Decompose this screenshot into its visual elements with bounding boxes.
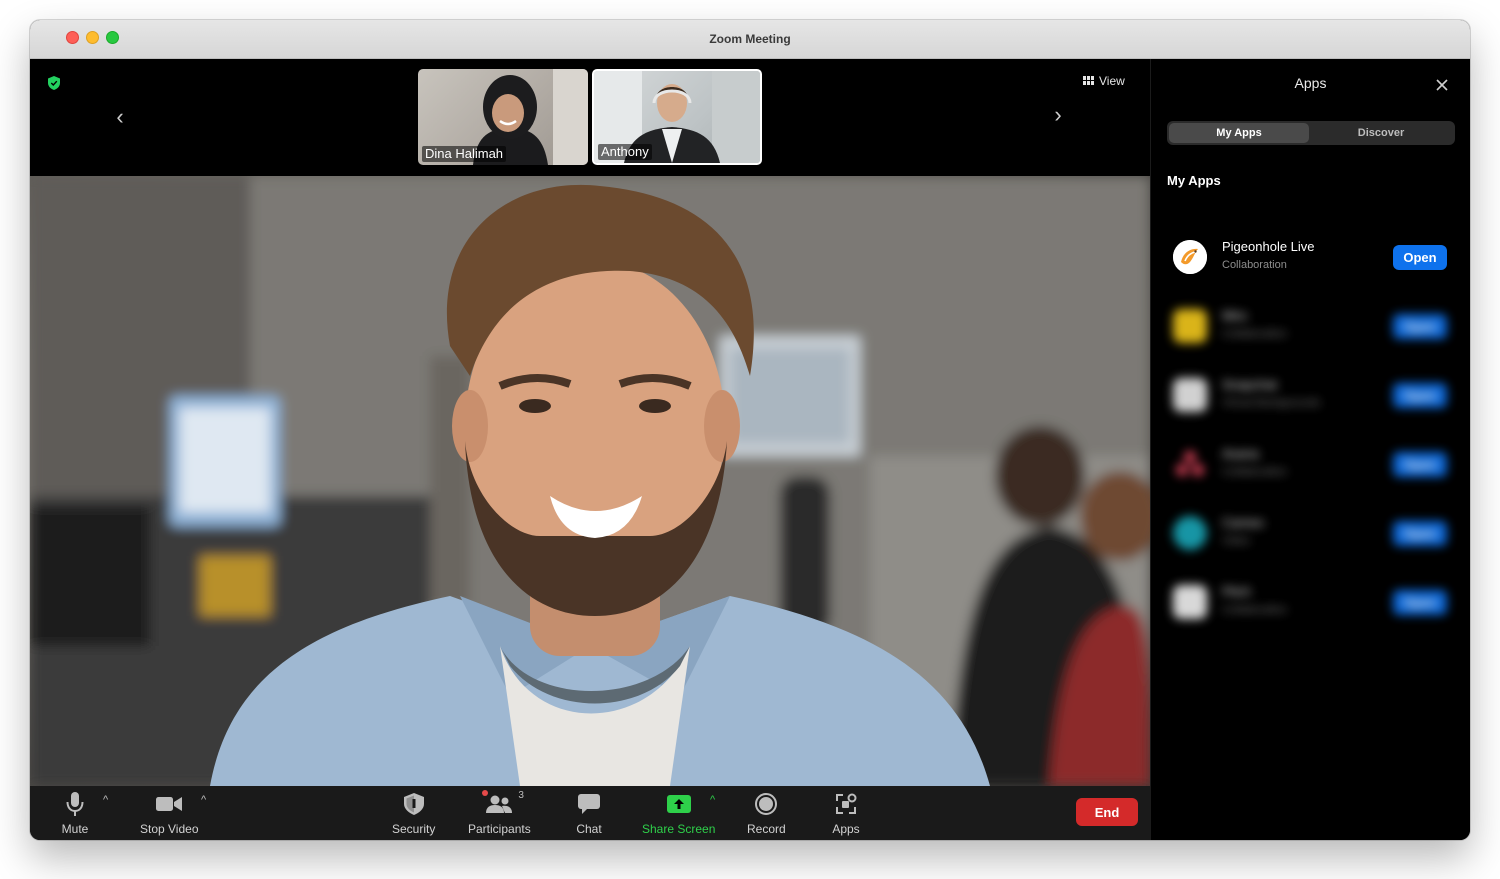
app-name: Cameo <box>1222 515 1264 530</box>
app-name: Asana <box>1222 446 1259 461</box>
video-options-chevron-up-icon[interactable]: ^ <box>201 794 206 806</box>
audio-options-chevron-up-icon[interactable]: ^ <box>103 794 108 806</box>
participants-label: Participants <box>468 822 531 836</box>
teal-blob-logo-icon <box>1173 516 1207 550</box>
app-row-blurred[interactable]: Asana Collaboration Open <box>1167 442 1455 486</box>
encryption-shield-icon[interactable] <box>48 76 60 90</box>
security-shield-icon <box>404 793 424 815</box>
video-camera-icon <box>156 796 182 812</box>
tab-my-apps[interactable]: My Apps <box>1169 123 1309 143</box>
open-app-button[interactable]: Open <box>1393 314 1447 339</box>
participants-count: 3 <box>518 790 524 801</box>
participants-button[interactable]: 3 Participants <box>468 792 531 836</box>
app-category: Collaboration <box>1222 466 1287 478</box>
pitch-logo-icon <box>1173 585 1207 619</box>
window-title: Zoom Meeting <box>30 32 1470 46</box>
stop-video-label: Stop Video <box>140 822 199 836</box>
app-row-blurred[interactable]: Snapchat Virtual Backgrounds Open <box>1167 373 1455 417</box>
snap-logo-icon <box>1173 378 1207 412</box>
open-app-button[interactable]: Open <box>1393 383 1447 408</box>
app-category: Collaboration <box>1222 328 1287 340</box>
participant-thumbnail[interactable]: Anthony <box>592 69 762 165</box>
app-name: Miro <box>1222 308 1247 323</box>
record-button[interactable]: Record <box>747 792 786 836</box>
app-category: Collaboration <box>1222 604 1287 616</box>
yellow-square-logo-icon <box>1173 309 1207 343</box>
share-screen-button[interactable]: Share Screen <box>642 792 715 836</box>
meeting-stage: ‹ › View Dina Halimah <box>30 59 1150 786</box>
participant-name-label: Anthony <box>598 144 652 160</box>
zoom-window: Zoom Meeting ‹ › View Dina Halimah <box>30 20 1470 840</box>
apps-tab-switcher: My Apps Discover <box>1167 121 1455 145</box>
app-name: Pigeonhole Live <box>1222 239 1315 254</box>
end-meeting-button[interactable]: End <box>1076 798 1138 826</box>
app-name: Snapchat <box>1222 377 1277 392</box>
share-screen-label: Share Screen <box>642 822 715 836</box>
grid-view-icon <box>1083 76 1094 86</box>
mute-label: Mute <box>62 822 89 836</box>
app-row-blurred[interactable]: Miro Collaboration Open <box>1167 304 1455 348</box>
record-icon <box>755 793 777 815</box>
app-name: Pitch <box>1222 584 1251 599</box>
microphone-icon <box>66 792 84 816</box>
pigeonhole-logo-icon <box>1173 240 1207 274</box>
active-speaker-video <box>30 176 1150 786</box>
view-button[interactable]: View <box>1083 73 1125 89</box>
apps-button[interactable]: Apps <box>831 792 861 836</box>
chat-label: Chat <box>576 822 601 836</box>
app-row-pigeonhole-live[interactable]: Pigeonhole Live Collaboration Open <box>1167 235 1455 279</box>
share-screen-icon <box>667 795 691 813</box>
stop-video-button[interactable]: Stop Video <box>140 792 199 836</box>
mute-button[interactable]: Mute <box>60 792 90 836</box>
app-category: Virtual Backgrounds <box>1222 397 1320 409</box>
chat-button[interactable]: Chat <box>574 792 604 836</box>
view-label: View <box>1099 74 1125 88</box>
participant-name-label: Dina Halimah <box>422 146 506 162</box>
meeting-toolbar: Mute ^ Stop Video ^ Security <box>30 786 1150 840</box>
apps-panel: Apps My Apps Discover My Apps Pigeonhole… <box>1150 59 1470 840</box>
app-category: Collaboration <box>1222 259 1287 271</box>
gallery-prev-icon[interactable]: ‹ <box>112 109 128 125</box>
my-apps-section-title: My Apps <box>1167 173 1221 188</box>
chat-bubble-icon <box>578 794 600 814</box>
security-label: Security <box>392 822 435 836</box>
app-row-blurred[interactable]: Cameo Video Open <box>1167 511 1455 555</box>
open-app-button[interactable]: Open <box>1393 452 1447 477</box>
apps-panel-title: Apps <box>1151 75 1470 91</box>
app-category: Video <box>1222 535 1250 547</box>
asana-logo-icon <box>1173 447 1207 481</box>
speaker-video-image <box>30 176 1150 786</box>
open-app-button[interactable]: Open <box>1393 590 1447 615</box>
record-label: Record <box>747 822 786 836</box>
open-app-button[interactable]: Open <box>1393 245 1447 270</box>
app-row-blurred[interactable]: Pitch Collaboration Open <box>1167 580 1455 624</box>
open-app-button[interactable]: Open <box>1393 521 1447 546</box>
participant-thumbnail[interactable]: Dina Halimah <box>418 69 588 165</box>
close-icon[interactable] <box>1435 78 1449 92</box>
tab-discover[interactable]: Discover <box>1311 123 1451 143</box>
title-bar: Zoom Meeting <box>30 20 1470 59</box>
gallery-next-icon[interactable]: › <box>1050 107 1066 123</box>
share-options-chevron-up-icon[interactable]: ^ <box>710 794 715 806</box>
apps-label: Apps <box>832 822 859 836</box>
apps-icon <box>835 793 857 815</box>
participants-icon <box>486 795 512 813</box>
security-button[interactable]: Security <box>392 792 435 836</box>
